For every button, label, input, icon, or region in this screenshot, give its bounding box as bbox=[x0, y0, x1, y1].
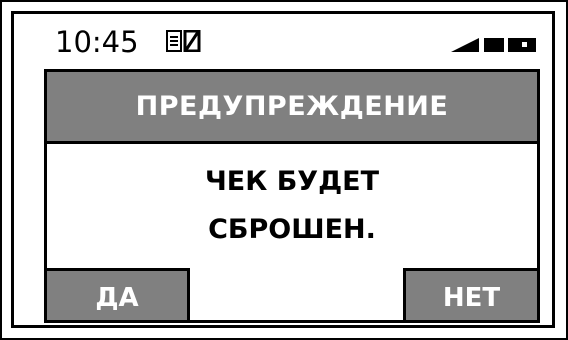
no-button[interactable]: НЕТ bbox=[403, 268, 537, 320]
dialog-message: ЧЕК БУДЕТ СБРОШЕН. bbox=[47, 144, 537, 268]
message-line-1: ЧЕК БУДЕТ bbox=[204, 166, 380, 197]
battery-icon bbox=[484, 38, 536, 52]
signal-icon bbox=[451, 38, 479, 52]
status-time: 10:45 bbox=[55, 25, 139, 59]
document-icon bbox=[166, 30, 182, 52]
dialog-title: ПРЕДУПРЕЖДЕНИЕ bbox=[135, 91, 449, 122]
zero-icon bbox=[183, 30, 201, 52]
dialog-header: ПРЕДУПРЕЖДЕНИЕ bbox=[47, 72, 537, 144]
document-status-icon bbox=[166, 30, 201, 52]
yes-button[interactable]: ДА bbox=[47, 268, 190, 320]
no-button-label: НЕТ bbox=[442, 282, 501, 313]
message-line-2: СБРОШЕН. bbox=[208, 214, 376, 245]
yes-button-label: ДА bbox=[95, 282, 139, 313]
